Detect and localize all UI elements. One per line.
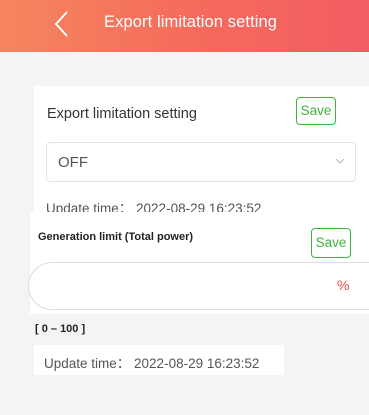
page-title: Export limitation setting (104, 13, 278, 31)
generation-limit-range: [ 0 – 100 ] (35, 323, 86, 335)
generation-limit-input-row: % (28, 262, 369, 310)
generation-limit-save-button[interactable]: Save (311, 228, 351, 258)
app-header: Export limitation setting (0, 0, 369, 52)
generation-limit-card: Generation limit (Total power) Save % (28, 212, 369, 314)
chevron-left-icon[interactable] (52, 9, 72, 39)
export-limitation-select[interactable]: OFF (46, 142, 356, 182)
generation-limit-update-time: Update time： 2022-08-29 16:23:52 (44, 356, 260, 371)
percent-unit: % (337, 277, 350, 293)
export-limitation-selected-value: OFF (58, 154, 88, 171)
export-limitation-save-button[interactable]: Save (296, 97, 336, 125)
export-limitation-card: Export limitation setting Save OFF Updat… (34, 86, 369, 216)
generation-limit-update-box: Update time： 2022-08-29 16:23:52 (34, 345, 284, 375)
chevron-down-icon (335, 158, 345, 164)
export-limitation-label: Export limitation setting (47, 106, 197, 122)
generation-limit-input[interactable] (43, 273, 323, 299)
generation-limit-label: Generation limit (Total power) (38, 231, 194, 243)
